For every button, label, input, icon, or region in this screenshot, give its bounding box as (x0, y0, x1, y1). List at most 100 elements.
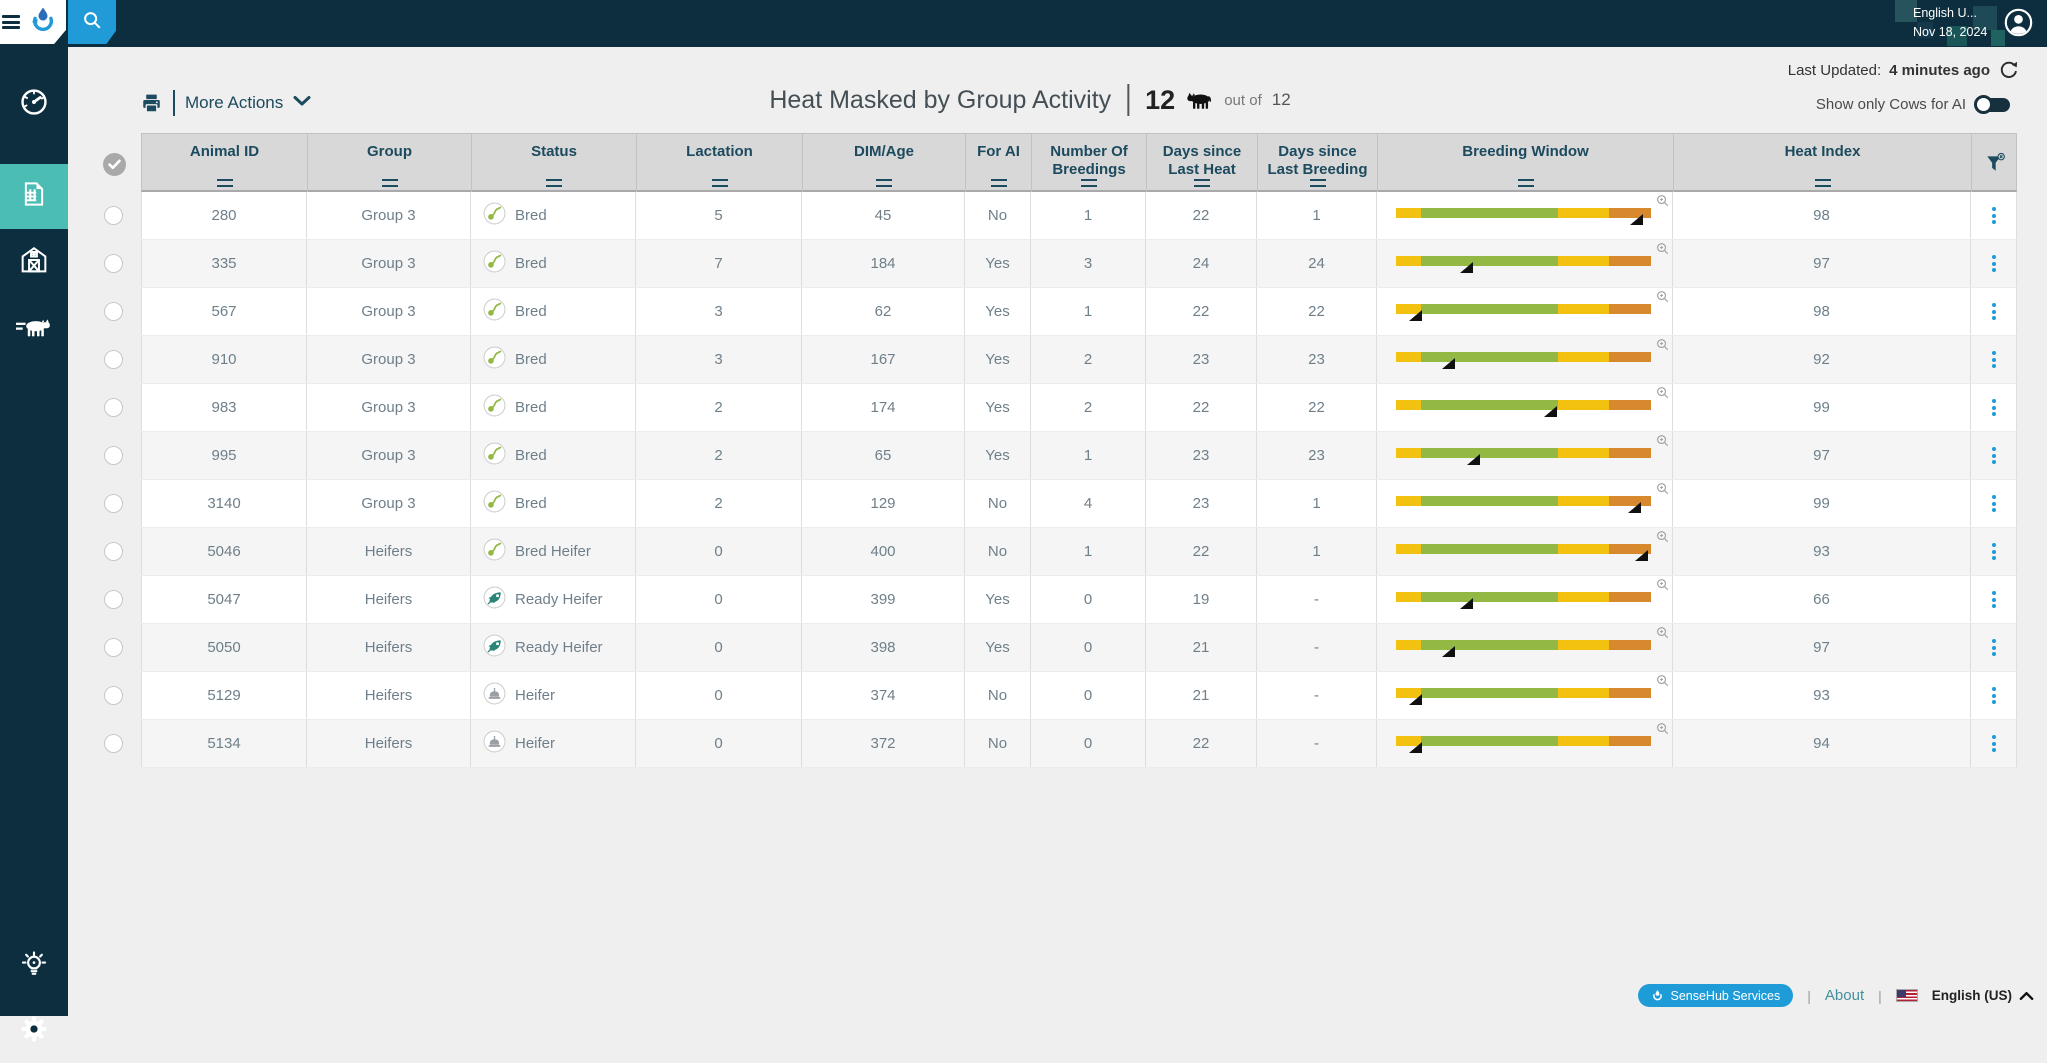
magnifier-zoom-icon[interactable] (1656, 242, 1669, 259)
show-only-cows-toggle[interactable] (1976, 98, 2010, 112)
chevron-down-icon[interactable] (293, 94, 311, 112)
magnifier-zoom-icon[interactable] (1656, 722, 1669, 739)
column-filter-icon[interactable] (217, 179, 233, 187)
top-left-corner (0, 0, 66, 44)
more-actions-button[interactable]: More Actions (185, 93, 283, 113)
row-menu-kebab-icon[interactable] (1988, 683, 2000, 708)
status-label: Bred (515, 447, 547, 464)
menu-hamburger-icon[interactable] (2, 15, 20, 29)
sperm-icon (483, 442, 506, 469)
sidebar-item-dashboard[interactable] (0, 72, 68, 136)
column-header-status[interactable]: Status (472, 134, 637, 194)
magnifier-zoom-icon[interactable] (1656, 530, 1669, 547)
cell-days-since-breeding: 23 (1257, 432, 1377, 479)
row-menu-kebab-icon[interactable] (1988, 347, 2000, 372)
select-all-check[interactable] (103, 153, 126, 176)
cell-animal-id: 983 (141, 384, 307, 431)
row-menu-kebab-icon[interactable] (1988, 443, 2000, 468)
row-select-radio[interactable] (104, 206, 123, 225)
column-filter-icon[interactable] (1518, 179, 1534, 187)
column-filter-icon[interactable] (382, 179, 398, 187)
row-menu-kebab-icon[interactable] (1988, 731, 2000, 756)
row-select-radio[interactable] (104, 494, 123, 513)
row-select-radio[interactable] (104, 734, 123, 753)
row-menu-kebab-icon[interactable] (1988, 395, 2000, 420)
sidebar-item-farm[interactable] (0, 230, 68, 294)
row-select-radio[interactable] (104, 350, 123, 369)
column-filter-icon[interactable] (1194, 179, 1210, 187)
row-menu-kebab-icon[interactable] (1988, 491, 2000, 516)
column-filter-icon[interactable] (546, 179, 562, 187)
magnifier-zoom-icon[interactable] (1656, 434, 1669, 451)
sidebar-item-insights[interactable] (0, 935, 68, 999)
row-menu-kebab-icon[interactable] (1988, 539, 2000, 564)
column-header-number-of-breedings[interactable]: Number Of Breedings (1032, 134, 1147, 194)
sensehub-services-button[interactable]: SenseHub Services (1638, 984, 1793, 1007)
row-select-radio[interactable] (104, 638, 123, 657)
column-filter-icon[interactable] (1081, 179, 1097, 187)
cell-heat-index: 92 (1673, 336, 1971, 383)
magnifier-zoom-icon[interactable] (1656, 578, 1669, 595)
sensehub-logo-icon[interactable] (28, 5, 58, 40)
about-link[interactable]: About (1825, 987, 1864, 1004)
cell-breedings: 1 (1031, 192, 1146, 239)
search-button[interactable] (68, 0, 116, 44)
column-filter-icon[interactable] (991, 179, 1007, 187)
cell-row-menu (1971, 624, 2017, 671)
magnifier-zoom-icon[interactable] (1656, 674, 1669, 691)
cell-status: Ready Heifer (471, 576, 636, 623)
magnifier-zoom-icon[interactable] (1656, 626, 1669, 643)
magnifier-zoom-icon[interactable] (1656, 290, 1669, 307)
row-menu-kebab-icon[interactable] (1988, 299, 2000, 324)
cell-animal-id: 910 (141, 336, 307, 383)
row-menu-kebab-icon[interactable] (1988, 251, 2000, 276)
column-header-days-since-last-heat[interactable]: Days since Last Heat (1147, 134, 1258, 194)
column-header-heat-index[interactable]: Heat Index (1674, 134, 1972, 194)
report-table-icon (19, 178, 49, 215)
row-menu-kebab-icon[interactable] (1988, 635, 2000, 660)
cell-lactation: 0 (636, 528, 802, 575)
row-select-radio[interactable] (104, 398, 123, 417)
magnifier-zoom-icon[interactable] (1656, 386, 1669, 403)
filter-funnel-icon[interactable] (1984, 152, 2006, 179)
breeding-window-bar (1396, 400, 1651, 410)
magnifier-zoom-icon[interactable] (1656, 338, 1669, 355)
row-select-radio[interactable] (104, 686, 123, 705)
cell-days-since-breeding: 1 (1257, 192, 1377, 239)
header-language-date[interactable]: English U... Nov 18, 2024 (1913, 4, 1987, 43)
row-select-radio[interactable] (104, 254, 123, 273)
magnifier-zoom-icon[interactable] (1656, 194, 1669, 211)
row-select-radio[interactable] (104, 302, 123, 321)
cell-group: Group 3 (307, 240, 471, 287)
cell-heat-index: 94 (1673, 720, 1971, 767)
row-menu-kebab-icon[interactable] (1988, 203, 2000, 228)
language-selector[interactable]: English (US) (1932, 988, 2034, 1003)
column-filter-icon[interactable] (1310, 179, 1326, 187)
row-menu-kebab-icon[interactable] (1988, 587, 2000, 612)
row-select-radio[interactable] (104, 590, 123, 609)
column-header-dim-age[interactable]: DIM/Age (803, 134, 966, 194)
sidebar-item-settings[interactable] (0, 999, 68, 1063)
row-select-radio[interactable] (104, 446, 123, 465)
sidebar-item-reports[interactable] (0, 164, 68, 229)
column-header-filter[interactable] (1972, 134, 2018, 194)
column-filter-icon[interactable] (712, 179, 728, 187)
profile-icon[interactable] (2004, 8, 2033, 42)
refresh-icon[interactable] (1998, 59, 2020, 81)
row-select-radio[interactable] (104, 542, 123, 561)
print-icon[interactable] (140, 92, 163, 115)
column-header-lactation[interactable]: Lactation (637, 134, 803, 194)
column-filter-icon[interactable] (876, 179, 892, 187)
column-header-days-since-last-breeding[interactable]: Days since Last Breeding (1258, 134, 1378, 194)
status-label: Bred (515, 495, 547, 512)
cell-status: Ready Heifer (471, 624, 636, 671)
column-header-breeding-window[interactable]: Breeding Window (1378, 134, 1674, 194)
magnifier-zoom-icon[interactable] (1656, 482, 1669, 499)
cell-row-menu (1971, 192, 2017, 239)
cell-heat-index: 97 (1673, 240, 1971, 287)
sidebar-item-sorting[interactable] (0, 297, 68, 361)
column-header-animal-id[interactable]: Animal ID (142, 134, 308, 194)
column-header-group[interactable]: Group (308, 134, 472, 194)
column-header-for-ai[interactable]: For AI (966, 134, 1032, 194)
column-filter-icon[interactable] (1815, 179, 1831, 187)
